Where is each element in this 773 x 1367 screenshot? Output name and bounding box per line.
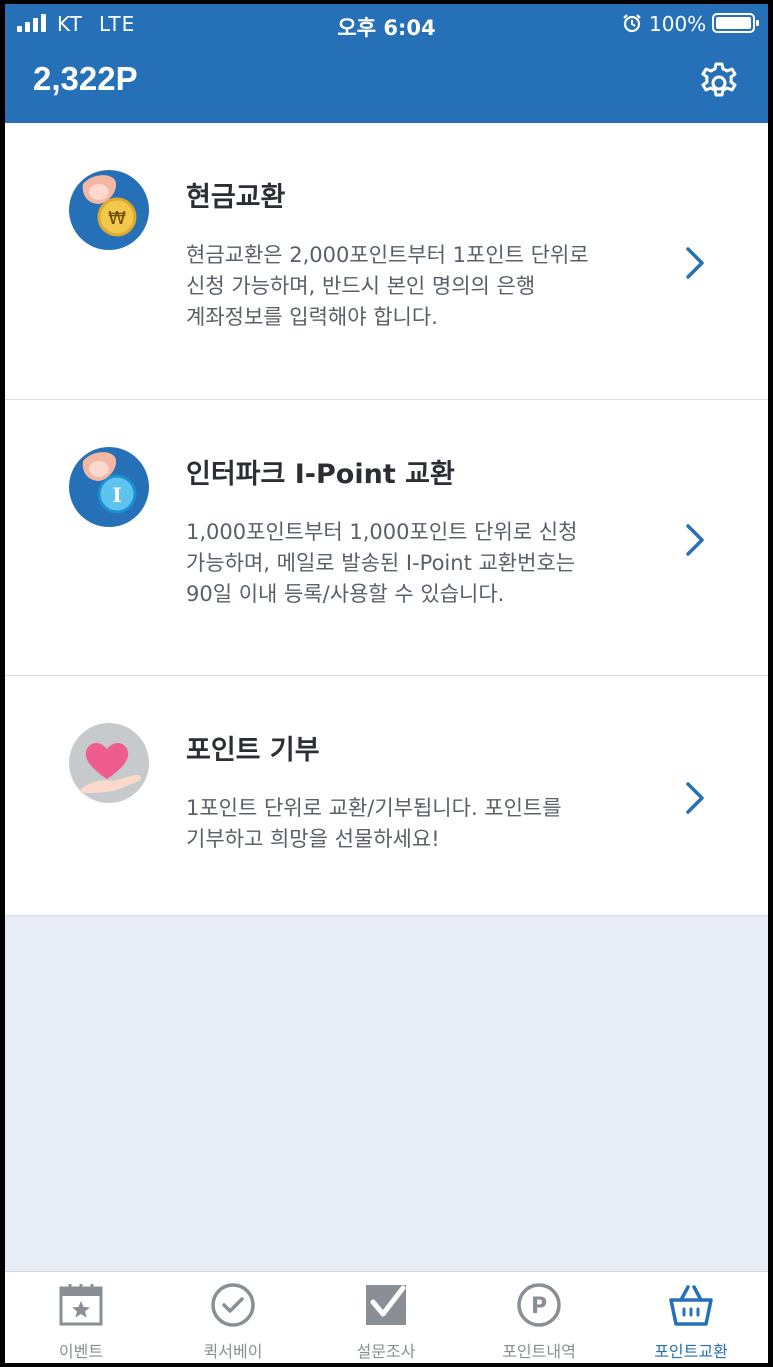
tab-quick-survey[interactable]: 퀵서베이 bbox=[157, 1272, 309, 1363]
svg-text:₩: ₩ bbox=[108, 208, 126, 229]
item-description: 1,000포인트부터 1,000포인트 단위로 신청 가능하며, 메일로 발송된… bbox=[186, 517, 656, 610]
checkbox-icon bbox=[366, 1285, 406, 1325]
desc-line: 1포인트 단위로 교환/기부됩니다. 포인트를 bbox=[186, 796, 562, 820]
tab-event[interactable]: 이벤트 bbox=[5, 1272, 157, 1363]
desc-line: 신청 가능하며, 반드시 본인 명의의 은행 bbox=[186, 274, 536, 298]
battery-icon bbox=[712, 13, 759, 33]
desc-line: 계좌정보를 입력해야 합니다. bbox=[186, 305, 438, 329]
bottom-tab-bar: 이벤트 퀵서베이 설문조사 P 포인트내역 포인트교환 bbox=[5, 1271, 768, 1363]
exchange-item-cash[interactable]: ₩ 현금교환 현금교환은 2,000포인트부터 1포인트 단위로 신청 가능하며… bbox=[5, 123, 768, 400]
points-balance: 2,322P bbox=[33, 60, 138, 97]
tab-label: 포인트교환 bbox=[654, 1342, 728, 1361]
svg-text:I: I bbox=[112, 483, 121, 507]
exchange-item-donation[interactable]: 포인트 기부 1포인트 단위로 교환/기부됩니다. 포인트를 기부하고 희망을 … bbox=[5, 676, 768, 916]
desc-line: 기부하고 희망을 선물하세요! bbox=[186, 827, 440, 851]
battery-percent: 100% bbox=[649, 12, 707, 36]
chevron-right-icon[interactable] bbox=[683, 245, 707, 281]
tab-point-history[interactable]: P 포인트내역 bbox=[463, 1272, 615, 1363]
calendar-star-icon bbox=[59, 1284, 103, 1326]
chevron-right-icon[interactable] bbox=[683, 522, 707, 558]
status-bar: KT LTE 오후 6:04 100% bbox=[5, 4, 768, 44]
item-description: 현금교환은 2,000포인트부터 1포인트 단위로 신청 가능하며, 반드시 본… bbox=[186, 240, 656, 333]
desc-line: 가능하며, 메일로 발송된 I-Point 교환번호는 bbox=[186, 551, 576, 575]
exchange-item-ipoint[interactable]: I 인터파크 I-Point 교환 1,000포인트부터 1,000포인트 단위… bbox=[5, 400, 768, 676]
chevron-right-icon[interactable] bbox=[683, 780, 707, 816]
item-title: 포인트 기부 bbox=[186, 735, 320, 766]
coin-won-icon: ₩ bbox=[69, 170, 149, 250]
app-header: KT LTE 오후 6:04 100% 2,322P bbox=[5, 4, 768, 123]
exchange-list: ₩ 현금교환 현금교환은 2,000포인트부터 1포인트 단위로 신청 가능하며… bbox=[5, 123, 768, 916]
tab-label: 포인트내역 bbox=[502, 1342, 576, 1361]
desc-line: 1,000포인트부터 1,000포인트 단위로 신청 bbox=[186, 520, 578, 544]
desc-line: 현금교환은 2,000포인트부터 1포인트 단위로 bbox=[186, 243, 589, 267]
tab-label: 이벤트 bbox=[58, 1342, 104, 1361]
tab-point-exchange[interactable]: 포인트교환 bbox=[615, 1272, 767, 1363]
item-description: 1포인트 단위로 교환/기부됩니다. 포인트를 기부하고 희망을 선물하세요! bbox=[186, 793, 656, 855]
alarm-icon bbox=[623, 14, 641, 33]
tab-label: 퀵서베이 bbox=[203, 1342, 263, 1361]
item-title: 현금교환 bbox=[186, 182, 286, 213]
app-screen: KT LTE 오후 6:04 100% 2,322P ₩ 현금교환 현금교환은 … bbox=[5, 4, 768, 1363]
coin-ipoint-icon: I bbox=[69, 447, 149, 527]
svg-text:P: P bbox=[531, 1294, 547, 1319]
item-title: 인터파크 I-Point 교환 bbox=[186, 459, 455, 490]
check-circle-icon bbox=[211, 1283, 255, 1327]
tab-survey[interactable]: 설문조사 bbox=[310, 1272, 462, 1363]
desc-line: 90일 이내 등록/사용할 수 있습니다. bbox=[186, 582, 505, 606]
point-p-icon: P bbox=[517, 1283, 561, 1327]
tab-label: 설문조사 bbox=[356, 1342, 416, 1361]
settings-gear-icon[interactable] bbox=[697, 61, 741, 105]
heart-donation-icon bbox=[69, 723, 149, 803]
shopping-basket-icon bbox=[669, 1285, 713, 1326]
